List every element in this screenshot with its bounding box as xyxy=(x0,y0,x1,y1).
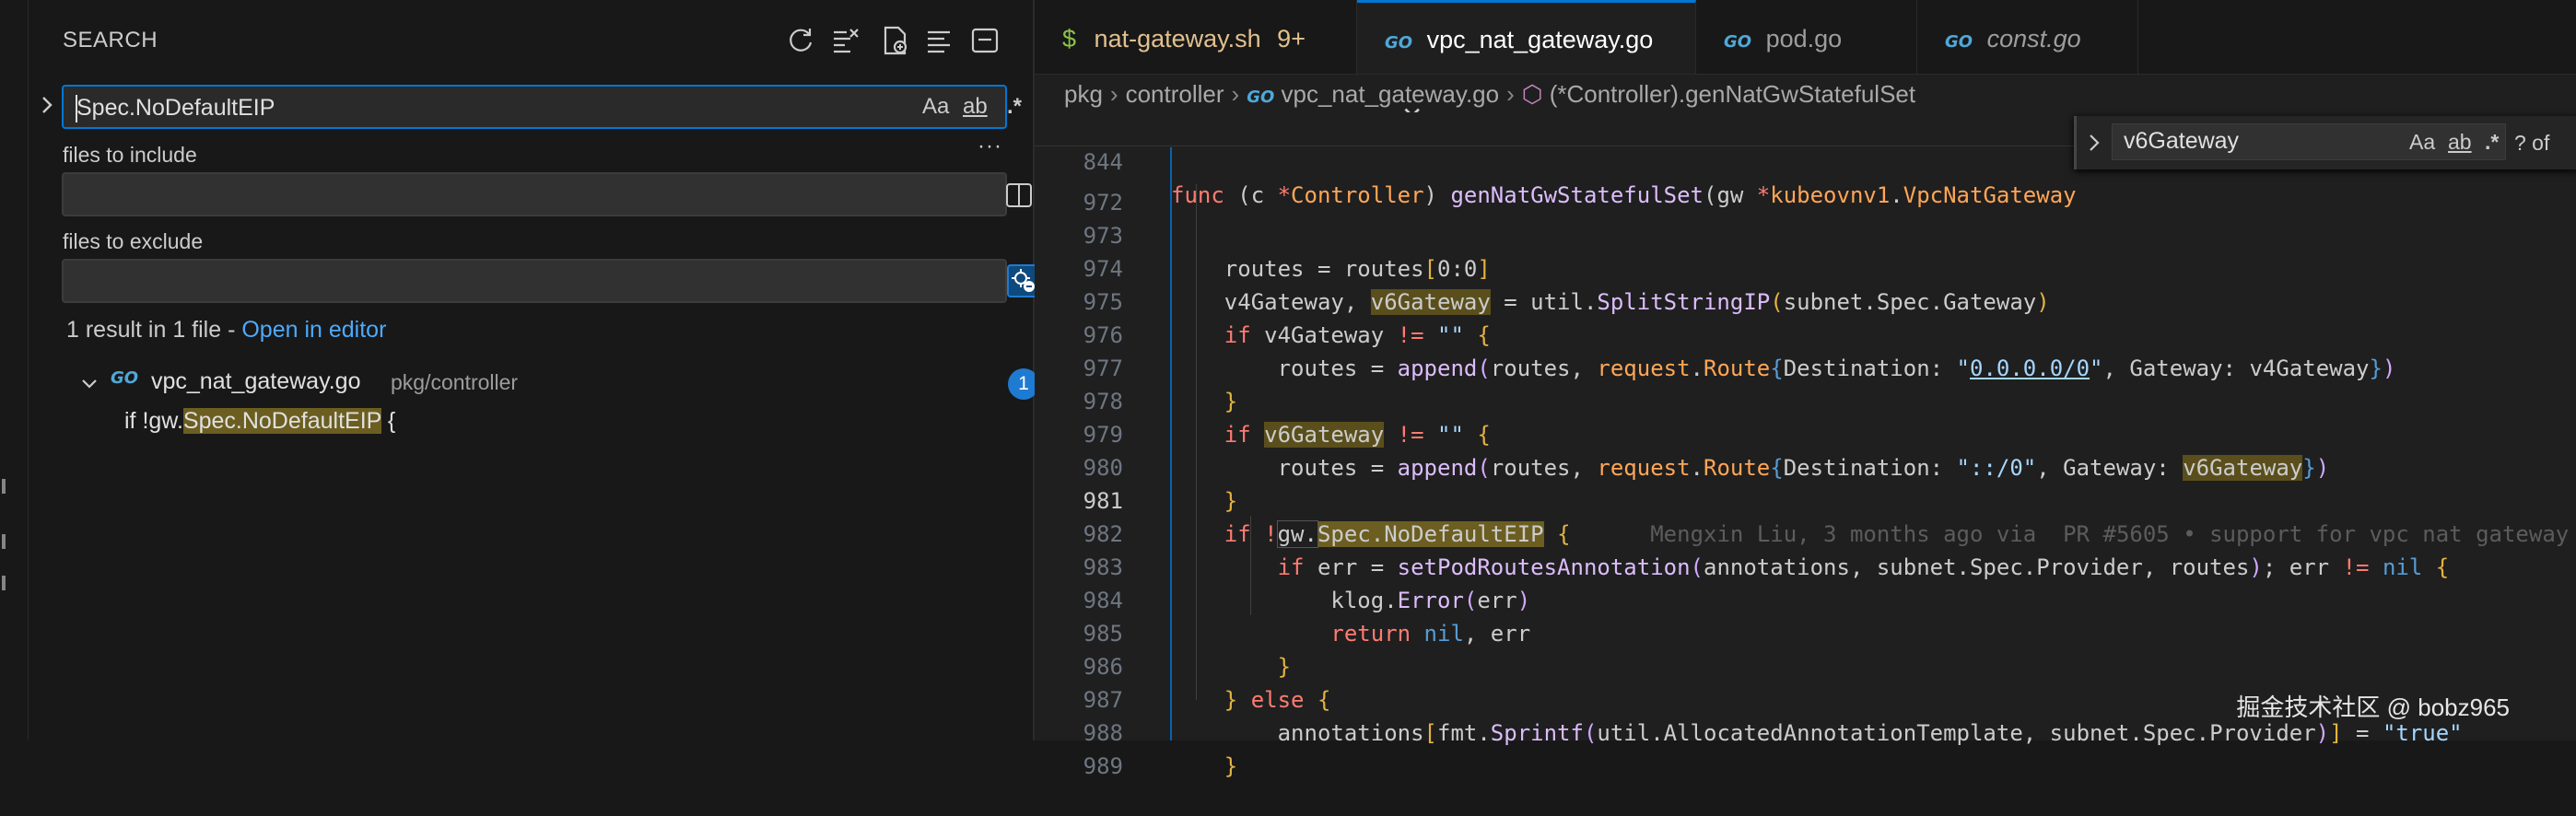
code-line[interactable]: 986 } else { xyxy=(1035,617,2576,713)
method-icon: ⬡ xyxy=(1521,80,1543,108)
activity-bar xyxy=(0,0,29,740)
code-line[interactable]: 982 if err = setPodRoutesAnnotation(anno… xyxy=(1035,484,2576,580)
shell-file-icon: $ xyxy=(1062,25,1077,52)
code-line[interactable]: 975 if v4Gateway != "" { xyxy=(1035,252,2576,348)
toggle-replace-icon[interactable] xyxy=(2084,131,2104,155)
code-line[interactable]: 984 return nil, err xyxy=(1035,551,2576,647)
code-line[interactable]: 973 routes = routes[0:0] xyxy=(1035,186,2576,282)
breadcrumb: pkg › controller › GO vpc_nat_gateway.go › ⬡ (… xyxy=(1064,80,1916,108)
code-line[interactable]: 983 klog.Error(err) xyxy=(1035,518,2576,613)
result-file-name: vpc_nat_gateway.go xyxy=(151,368,361,394)
current-code-line[interactable]: 981 if !gw.Spec.NoDefaultEIP { Mengxin L… xyxy=(1035,451,2576,548)
go-file-icon: GO xyxy=(1385,33,1413,52)
chevron-down-icon[interactable] xyxy=(79,374,100,394)
toggle-replace-icon[interactable] xyxy=(38,92,56,122)
search-query: Spec.NoDefaultEIP xyxy=(76,95,275,121)
code-line[interactable]: 985 } xyxy=(1035,584,2576,680)
include-label: files to include xyxy=(63,143,197,167)
tab-pod-go[interactable]: GO pod.go xyxy=(1696,0,1917,74)
exclude-label: files to exclude xyxy=(63,229,204,253)
code-line[interactable]: 974 v4Gateway, v6Gateway = util.SplitStr… xyxy=(1035,219,2576,315)
collapse-all-icon[interactable] xyxy=(968,24,1001,57)
clear-results-icon[interactable] xyxy=(828,24,861,57)
tab-nat-gateway-sh[interactable]: $ nat-gateway.sh 9+ xyxy=(1035,0,1357,74)
code-line[interactable]: 976 routes = append(routes, request.Rout… xyxy=(1035,286,2576,381)
match-word-toggle[interactable]: ab xyxy=(963,94,988,120)
view-as-tree-icon[interactable] xyxy=(922,24,955,57)
code-line[interactable]: 977 } xyxy=(1035,319,2576,414)
open-editors-only-icon[interactable] xyxy=(1005,181,1033,214)
go-file-icon: GO xyxy=(111,368,139,388)
text-caret xyxy=(76,95,77,122)
breadcrumb-item[interactable]: vpc_nat_gateway.go xyxy=(1282,80,1500,108)
go-file-icon: GO xyxy=(1724,32,1752,52)
code-line[interactable]: 978 if v6Gateway != "" { xyxy=(1035,352,2576,448)
tab-const-go[interactable]: GO const.go xyxy=(1917,0,2138,74)
find-match-count: ? of xyxy=(2514,131,2550,155)
activity-marker xyxy=(2,576,6,590)
result-file-path: pkg/controller xyxy=(391,370,519,394)
activity-marker xyxy=(2,479,6,494)
tab-vpc-nat-gateway-go[interactable]: GO vpc_nat_gateway.go ✕ xyxy=(1357,0,1696,131)
code-line[interactable]: 979 routes = append(routes, request.Rout… xyxy=(1035,385,2576,481)
code-editor: $ nat-gateway.sh 9+ GO vpc_nat_gateway.g… xyxy=(1035,0,2576,779)
go-file-icon: GO xyxy=(1945,32,1973,52)
regex-toggle[interactable]: .* xyxy=(2485,130,2499,155)
result-file-row[interactable]: GO vpc_nat_gateway.go pkg/controller 1 xyxy=(63,367,1039,400)
open-in-editor-link[interactable]: Open in editor xyxy=(241,317,386,343)
search-match[interactable]: if !gw.Spec.NoDefaultEIP { xyxy=(124,408,395,435)
match-word-toggle[interactable]: ab xyxy=(2448,130,2472,155)
breadcrumb-item[interactable]: pkg xyxy=(1064,80,1103,108)
find-widget: v6Gateway Aa ab .* ? of xyxy=(2074,116,2576,169)
match-case-toggle[interactable]: Aa xyxy=(2409,130,2435,155)
editor-tabs: $ nat-gateway.sh 9+ GO vpc_nat_gateway.g… xyxy=(1035,0,2576,131)
problems-count: 9+ xyxy=(1277,25,1306,52)
watermark: 掘金技术社区 @ bobz965 xyxy=(2236,694,2510,721)
new-search-editor-icon[interactable] xyxy=(878,24,911,57)
regex-toggle[interactable]: .* xyxy=(1007,94,1022,120)
search-input[interactable]: Spec.NoDefaultEIP Aa ab .* xyxy=(62,85,1022,129)
refresh-icon[interactable] xyxy=(784,24,817,57)
code-line[interactable]: 980 } xyxy=(1035,418,2576,514)
panel-title: SEARCH xyxy=(63,28,158,52)
go-file-icon: GO xyxy=(1247,87,1275,107)
breadcrumb-item[interactable]: (*Controller).genNatGwStatefulSet xyxy=(1550,80,1915,108)
match-highlight: Spec.NoDefaultEIP xyxy=(182,408,381,434)
results-summary: 1 result in 1 file - Open in editor xyxy=(66,317,387,343)
match-case-toggle[interactable]: Aa xyxy=(922,94,949,120)
breadcrumb-item[interactable]: controller xyxy=(1126,80,1224,108)
search-panel: SEARCH Spec.NoDefaultEIP Aa ab .* ··· fi… xyxy=(29,0,1040,740)
find-input[interactable]: v6Gateway Aa ab .* xyxy=(2112,123,2506,160)
exclude-input[interactable] xyxy=(62,259,1040,303)
activity-marker xyxy=(2,534,6,549)
include-input[interactable] xyxy=(62,172,1032,216)
toggle-details-icon[interactable]: ··· xyxy=(978,134,1002,159)
code-line[interactable]: 987 annotations[fmt.Sprintf(util.Allocat… xyxy=(1035,650,2576,746)
